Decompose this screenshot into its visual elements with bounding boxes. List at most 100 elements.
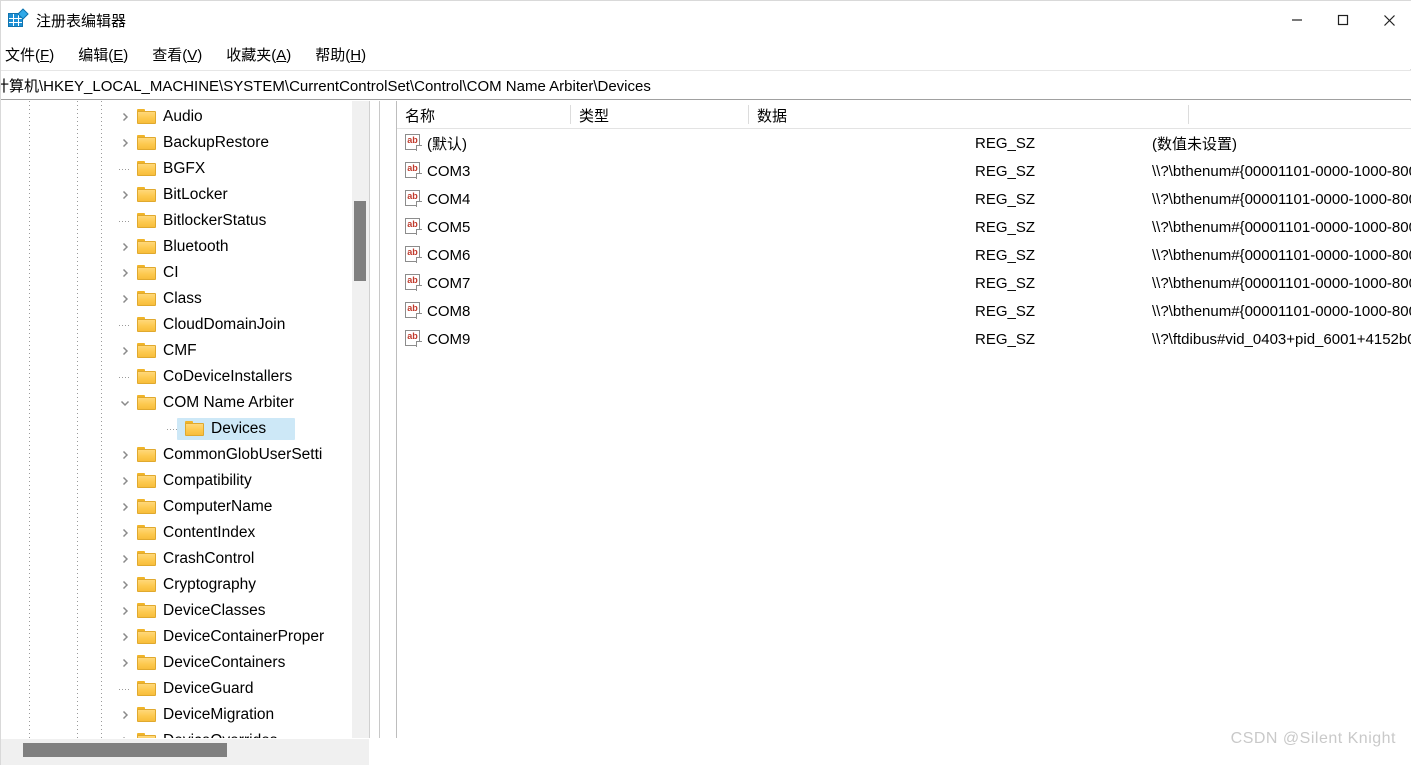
chevron-right-icon[interactable] (117, 603, 133, 619)
column-header-name[interactable]: 名称 (397, 101, 571, 129)
tree-vertical-scrollbar[interactable] (352, 101, 369, 738)
tree-node[interactable]: ComputerName (1, 494, 369, 520)
tree-node[interactable]: BitLocker (1, 182, 369, 208)
tree-horizontal-scroll-thumb[interactable] (23, 743, 227, 757)
menu-item-accel-key: V (187, 46, 198, 64)
value-row[interactable]: ab COM6 REG_SZ \\?\bthenum#{00001101-0000-1… (397, 241, 1411, 269)
value-row[interactable]: ab COM8 REG_SZ \\?\bthenum#{00001101-0000-1… (397, 297, 1411, 325)
column-header-type[interactable]: 类型 (571, 101, 749, 129)
menu-item-2[interactable]: 编辑(E) (78, 42, 128, 67)
tree-node[interactable]: CI (1, 260, 369, 286)
folder-icon (137, 317, 156, 332)
value-data: (数值未设置) (1152, 135, 1237, 153)
tree-node[interactable]: Cryptography (1, 572, 369, 598)
value-data: \\?\bthenum#{00001101-0000-1000-8000-00… (1152, 274, 1411, 292)
registry-tree[interactable]: Audio BackupRestore BGFX BitLocker Bitlocker… (1, 101, 369, 738)
tree-node-label: ContentIndex (163, 524, 256, 541)
tree-connector-line (119, 689, 131, 690)
value-row[interactable]: ab COM4 REG_SZ \\?\bthenum#{00001101-0000-1… (397, 185, 1411, 213)
chevron-right-icon[interactable] (117, 473, 133, 489)
tree-node[interactable]: CMF (1, 338, 369, 364)
tree-node-label: Compatibility (163, 472, 252, 489)
tree-node[interactable]: DeviceContainerProper (1, 624, 369, 650)
tree-node[interactable]: DeviceOverrides (1, 728, 369, 738)
folder-icon (137, 629, 156, 644)
string-value-icon: ab (405, 330, 422, 347)
title-bar: 注册表编辑器 (1, 1, 1411, 39)
value-row[interactable]: ab (默认) REG_SZ (数值未设置) (397, 129, 1411, 157)
chevron-right-icon[interactable] (117, 525, 133, 541)
value-type: REG_SZ (975, 162, 1036, 180)
chevron-right-icon[interactable] (117, 109, 133, 125)
chevron-right-icon[interactable] (117, 655, 133, 671)
column-header-data[interactable]: 数据 (749, 101, 1189, 129)
chevron-right-icon[interactable] (117, 577, 133, 593)
tree-node-label: Bluetooth (163, 238, 229, 255)
folder-icon (185, 421, 204, 436)
value-row[interactable]: ab COM3 REG_SZ \\?\bthenum#{00001101-0000-1… (397, 157, 1411, 185)
tree-node-label: Audio (163, 108, 203, 125)
tree-node[interactable]: CrashControl (1, 546, 369, 572)
chevron-right-icon[interactable] (117, 343, 133, 359)
string-value-icon: ab (405, 246, 422, 263)
menu-item-3[interactable]: 查看(V) (152, 42, 202, 67)
maximize-button[interactable] (1320, 1, 1366, 39)
tree-node[interactable]: BGFX (1, 156, 369, 182)
tree-connector-line (119, 169, 131, 170)
chevron-right-icon[interactable] (117, 239, 133, 255)
tree-node[interactable]: CloudDomainJoin (1, 312, 369, 338)
value-data: \\?\bthenum#{00001101-0000-1000-8000-00… (1152, 162, 1411, 180)
menu-item-label: 文件 (5, 46, 36, 64)
close-button[interactable] (1366, 1, 1411, 39)
tree-node[interactable]: DeviceMigration (1, 702, 369, 728)
chevron-right-icon[interactable] (117, 707, 133, 723)
minimize-button[interactable] (1274, 1, 1320, 39)
values-list[interactable]: ab (默认) REG_SZ (数值未设置) ab COM3 REG_SZ \\?\bthen… (397, 129, 1411, 353)
tree-node[interactable]: BackupRestore (1, 130, 369, 156)
folder-icon (137, 447, 156, 462)
chevron-right-icon[interactable] (117, 135, 133, 151)
tree-node[interactable]: Audio (1, 104, 369, 130)
tree-node[interactable]: CommonGlobUserSetti (1, 442, 369, 468)
string-value-icon: ab (405, 302, 422, 319)
chevron-right-icon[interactable] (117, 291, 133, 307)
folder-icon (137, 525, 156, 540)
chevron-right-icon[interactable] (117, 629, 133, 645)
tree-horizontal-scrollbar[interactable] (1, 738, 369, 765)
string-value-icon: ab (405, 190, 422, 207)
tree-node-label: DeviceContainerProper (163, 628, 325, 645)
menu-item-5[interactable]: 帮助(H) (315, 42, 366, 67)
chevron-right-icon[interactable] (117, 265, 133, 281)
tree-node[interactable]: CoDeviceInstallers (1, 364, 369, 390)
chevron-right-icon[interactable] (117, 447, 133, 463)
menu-item-label: 编辑 (78, 46, 109, 64)
value-data: \\?\bthenum#{00001101-0000-1000-8000-00… (1152, 246, 1411, 264)
tree-node[interactable]: Class (1, 286, 369, 312)
pane-splitter[interactable] (369, 101, 397, 765)
menu-item-4[interactable]: 收藏夹(A) (226, 42, 291, 67)
value-name: COM5 (427, 218, 471, 236)
chevron-right-icon[interactable] (117, 187, 133, 203)
tree-node[interactable]: Devices (1, 416, 369, 442)
chevron-right-icon[interactable] (117, 499, 133, 515)
tree-node[interactable]: BitlockerStatus (1, 208, 369, 234)
address-bar[interactable]: 计算机\HKEY_LOCAL_MACHINE\SYSTEM\CurrentCon… (1, 70, 1411, 100)
folder-icon (137, 343, 156, 358)
value-row[interactable]: ab COM9 REG_SZ \\?\ftdibus#vid_0403+pid_600… (397, 325, 1411, 353)
tree-node[interactable]: DeviceGuard (1, 676, 369, 702)
tree-node-label: DeviceGuard (163, 680, 254, 697)
tree-node[interactable]: ContentIndex (1, 520, 369, 546)
tree-node[interactable]: DeviceClasses (1, 598, 369, 624)
tree-node[interactable]: DeviceContainers (1, 650, 369, 676)
tree-node-label: DeviceOverrides (163, 731, 278, 738)
tree-node[interactable]: COM Name Arbiter (1, 390, 369, 416)
tree-node[interactable]: Compatibility (1, 468, 369, 494)
chevron-right-icon[interactable] (117, 551, 133, 567)
menu-item-1[interactable]: 文件(F) (5, 42, 54, 67)
tree-node[interactable]: Bluetooth (1, 234, 369, 260)
menu-item-label: 帮助 (315, 46, 346, 64)
tree-vertical-scroll-thumb[interactable] (354, 201, 366, 281)
value-row[interactable]: ab COM5 REG_SZ \\?\bthenum#{00001101-0000-1… (397, 213, 1411, 241)
chevron-down-icon[interactable] (117, 395, 133, 411)
value-row[interactable]: ab COM7 REG_SZ \\?\bthenum#{00001101-0000-1… (397, 269, 1411, 297)
